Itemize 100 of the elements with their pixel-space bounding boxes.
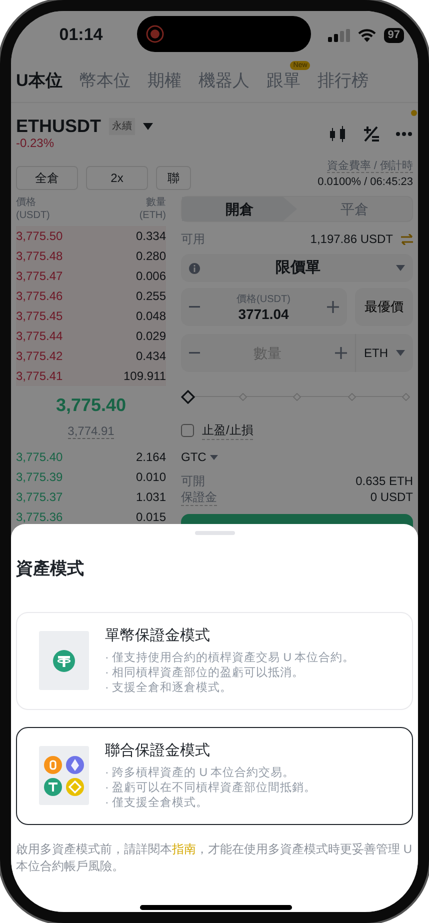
tp-sl-label[interactable]: 止盈/止損 (202, 421, 254, 440)
caret-down-icon[interactable] (143, 122, 153, 130)
market-tab[interactable]: U本位 (16, 68, 62, 93)
caret-down-icon[interactable] (210, 454, 218, 460)
slider-tick (402, 393, 410, 401)
last-price: 3,775.40 (54, 394, 128, 417)
ask-price[interactable]: 3,775.46 (16, 287, 63, 305)
plus-icon[interactable] (326, 301, 339, 313)
column-header: 數量 (145, 196, 166, 209)
ask-price[interactable]: 3,775.50 (16, 227, 63, 245)
market-tab[interactable]: 跟單 (266, 68, 300, 93)
side-tab[interactable]: 平倉 (297, 197, 412, 221)
mode-title: 單幣保證金模式 (105, 626, 211, 646)
ask-quantity: 109.911 (124, 368, 166, 385)
margin-mode-option[interactable]: 單幣保證金模式 · 僅支持使用合約的槓桿資產交易 U 本位合約。 · 相同槓桿資產部位的盈虧可以抵消。 · 支援全倉和逐倉模式。 (16, 612, 413, 710)
bid-price[interactable]: 3,775.36 (16, 508, 63, 526)
mode-description: · 僅支持使用合約的槓桿資產交易 U 本位合約。 (105, 650, 355, 666)
available-label: 可用 (181, 231, 205, 248)
market-tab[interactable]: 排行榜 (317, 68, 368, 93)
wifi-icon (358, 28, 376, 42)
signal-icon (328, 28, 350, 42)
price-value: 3771.04 (237, 307, 290, 321)
minus-icon[interactable] (189, 306, 200, 308)
coin-icon (53, 650, 75, 672)
order-type-select[interactable]: 限價單 (181, 254, 413, 282)
max-open-value: 0.635 ETH (356, 473, 413, 489)
mode-description: · 支援全倉和逐倉模式。 (105, 680, 234, 696)
time-in-force[interactable]: GTC (181, 448, 206, 466)
mode-description: · 盈虧可以在不同槓桿資產部位間抵銷。 (105, 780, 316, 796)
contract-tag: 永續 (109, 118, 135, 134)
recording-icon (145, 24, 166, 44)
slider-track[interactable] (181, 390, 413, 404)
ask-quantity: 0.280 (136, 248, 166, 265)
battery-level: 97 (384, 28, 404, 42)
ask-price[interactable]: 3,775.42 (16, 347, 63, 365)
max-open-label: 可開 (181, 473, 205, 489)
ask-quantity: 0.334 (136, 228, 166, 245)
market-tab[interactable]: 幣本位 (79, 68, 130, 93)
status-time: 01:14 (58, 24, 104, 46)
slider-tick (293, 393, 301, 401)
mode-title: 聯合保證金模式 (105, 740, 211, 760)
best-price-button[interactable]: 最優價 (355, 288, 413, 326)
info-icon (189, 262, 200, 274)
ask-price[interactable]: 3,775.41 (16, 367, 63, 385)
bid-quantity: 1.031 (136, 489, 166, 506)
ask-price[interactable]: 3,775.47 (16, 267, 63, 285)
margin-button[interactable]: 2x (86, 166, 148, 190)
ask-price[interactable]: 3,775.48 (16, 247, 63, 265)
symbol-name[interactable]: ETHUSDT (16, 116, 101, 136)
minus-icon[interactable] (189, 352, 200, 354)
margin-label[interactable]: 保證金 (181, 489, 217, 506)
bid-quantity: 0.010 (136, 469, 166, 486)
margin-mode-option[interactable]: 聯合保證金模式 · 跨多槓桿資產的 U 本位合約交易。 · 盈虧可以在不同槓桿資產部位間抵銷。 · 僅支援全倉模式。 (16, 726, 413, 824)
sheet-title: 資產模式 (16, 558, 85, 580)
coins-icon (44, 756, 84, 796)
market-tab[interactable]: 期權 (147, 68, 182, 93)
ask-quantity: 0.255 (136, 288, 166, 305)
price-change: -0.23% (16, 136, 56, 150)
disclaimer-text: 啟用多資產模式前，請詳閱本指南，才能在使用多資產模式時更妥善管理 U 本位合約帳戶風險。 (16, 840, 413, 874)
mode-description: · 跨多槓桿資產的 U 本位合約交易。 (105, 766, 296, 780)
bid-price[interactable]: 3,775.37 (16, 488, 63, 506)
slider-thumb[interactable] (181, 390, 195, 404)
margin-value: 0 USDT (370, 489, 413, 506)
transfer-icon[interactable] (401, 234, 413, 244)
mode-description: · 僅支援全倉模式。 (105, 796, 210, 810)
ask-price[interactable]: 3,775.44 (16, 327, 63, 345)
more-icon[interactable] (395, 130, 413, 137)
margin-button[interactable]: 全倉 (16, 166, 78, 190)
ask-quantity: 0.434 (136, 348, 166, 365)
funding-value: 0.0100% / 06:45:23 (318, 175, 413, 190)
guide-link[interactable]: 指南 (172, 842, 196, 856)
slider-tick (238, 393, 246, 401)
price-label: 價格(USDT) (236, 293, 290, 307)
margin-button[interactable]: 聯 (156, 166, 191, 190)
ask-quantity: 0.029 (136, 328, 166, 345)
ask-quantity: 0.048 (136, 308, 166, 325)
ask-price[interactable]: 3,775.45 (16, 307, 63, 325)
mark-price[interactable]: 3,774.91 (68, 424, 114, 439)
candlestick-icon[interactable] (329, 126, 347, 142)
bid-quantity: 0.015 (136, 509, 166, 526)
side-tab[interactable]: 開倉 (182, 197, 297, 221)
caret-down-icon (396, 265, 405, 271)
market-tab[interactable]: 機器人 (198, 68, 250, 93)
price-field[interactable]: 價格(USDT) 3771.04 (181, 288, 347, 326)
tp-sl-checkbox[interactable] (181, 424, 194, 437)
column-unit: (ETH) (139, 209, 166, 222)
available-balance: 1,197.86 USDT (310, 231, 393, 248)
bid-price[interactable]: 3,775.40 (16, 448, 63, 466)
plus-icon[interactable] (335, 347, 347, 359)
unit-select[interactable]: ETH (364, 344, 388, 362)
mode-description: · 相同槓桿資產部位的盈虧可以抵消。 (105, 666, 306, 680)
slider-tick (348, 393, 356, 401)
plus-minus-icon[interactable] (363, 126, 379, 142)
ask-quantity: 0.006 (136, 268, 166, 285)
bid-price[interactable]: 3,775.39 (16, 468, 63, 486)
funding-label[interactable]: 資金費率 / 倒計時 (326, 160, 413, 173)
column-unit: (USDT) (16, 209, 50, 222)
column-header: 價格 (16, 196, 37, 209)
caret-down-icon[interactable] (396, 350, 405, 356)
bid-quantity: 2.164 (136, 449, 166, 466)
